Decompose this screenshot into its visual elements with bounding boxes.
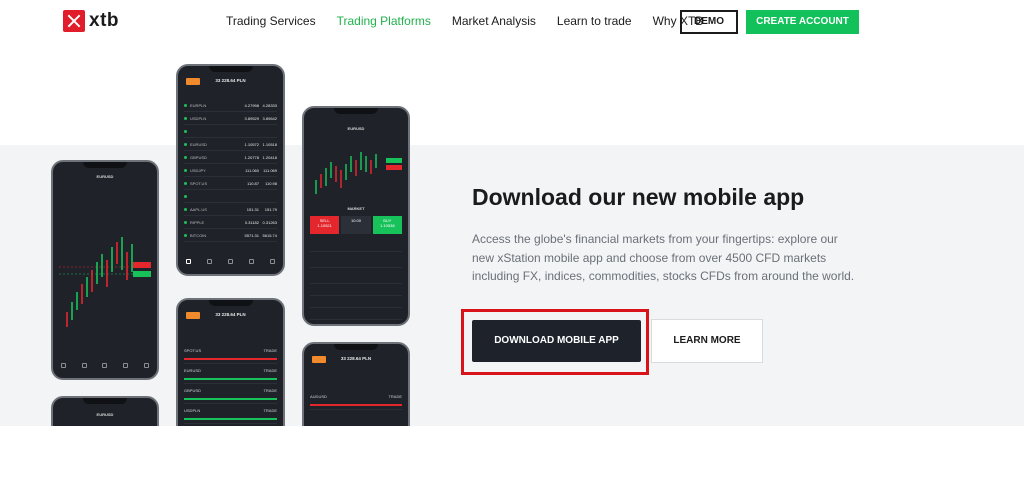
page: xtb Trading Services Trading Platforms M…	[0, 0, 1024, 500]
account-balance: 33 228.64 PLN	[215, 78, 246, 83]
market-row	[184, 126, 277, 138]
market-row	[184, 191, 277, 203]
nav-item-trading-platforms[interactable]: Trading Platforms	[337, 14, 431, 28]
learn-more-button[interactable]: LEARN MORE	[651, 319, 763, 363]
main-nav: Trading Services Trading Platforms Marke…	[226, 14, 724, 28]
phone-notch	[83, 162, 127, 168]
trade-buttons: SELL 1.10521 10.00 BUY 1.10538	[310, 216, 402, 234]
phone-account-bar: 33 228.64 PLN	[178, 310, 283, 326]
tab-icon	[270, 258, 275, 264]
phone-notch	[334, 344, 378, 350]
volume-field[interactable]: 10.00	[341, 216, 371, 234]
phone-toolbar	[53, 358, 157, 372]
toolbar-icon	[102, 362, 108, 368]
toolbar-icon	[123, 362, 129, 368]
nav-item-learn-to-trade[interactable]: Learn to trade	[557, 14, 632, 28]
market-row: SPOT.US 110.87 110.98	[184, 178, 277, 190]
market-row: RIPPLE 0.31182 0.31263	[184, 217, 277, 229]
depth-row	[310, 284, 402, 296]
phone-chart-left: EURUSD	[51, 160, 159, 380]
nav-item-trading-services[interactable]: Trading Services	[226, 14, 316, 28]
market-row: USDJPY 111.060 111.069	[184, 165, 277, 177]
phone-market-list: 33 228.64 PLN EURPLN 4.27998 4.28333 USDPL…	[176, 64, 285, 276]
position-row: EURUSD TRADE	[184, 368, 277, 384]
phone-notch	[334, 108, 378, 114]
page-bottom	[0, 426, 1024, 500]
highlight-frame	[461, 309, 649, 375]
ticket-row	[310, 240, 402, 252]
depth-row	[310, 296, 402, 308]
candlestick-chart	[59, 237, 151, 327]
toolbar-icon	[60, 362, 66, 368]
phone-notch	[208, 300, 253, 306]
create-account-button[interactable]: CREATE ACCOUNT	[746, 10, 859, 34]
sell-button[interactable]: SELL 1.10521	[310, 216, 340, 234]
position-row: USDPLN TRADE	[184, 408, 277, 424]
phone-chart-title: EURUSD	[96, 412, 114, 417]
position-row: SPOT.US TRADE	[184, 348, 277, 364]
site-header: xtb Trading Services Trading Platforms M…	[0, 0, 1024, 46]
hero-headline: Download our new mobile app	[472, 184, 805, 210]
phone-notch	[83, 398, 127, 404]
phone-positions: 33 228.64 PLN SPOT.US TRADE EURUSD TRADE G…	[176, 298, 285, 438]
account-balance: 33 228.64 PLN	[340, 356, 372, 361]
buy-button[interactable]: BUY 1.10538	[372, 216, 402, 234]
toolbar-icon	[81, 362, 87, 368]
toolbar-icon	[144, 362, 150, 368]
tab-icon	[207, 258, 212, 264]
market-row: EURUSD 1.10572 1.10518	[184, 139, 277, 151]
market-row: EURPLN 4.27998 4.28333	[184, 100, 277, 112]
market-row: GBPUSD 1.20778 1.20418	[184, 152, 277, 164]
logo-text: xtb	[89, 10, 119, 31]
xtb-x-logo-icon	[63, 10, 85, 32]
phone-tabbar	[178, 254, 283, 268]
market-row: AAPL.US 151.31 151.79	[184, 204, 277, 216]
ticket-row	[310, 256, 402, 268]
market-order-label: MARKET	[347, 206, 365, 211]
position-row: AUDUSD TRADE	[310, 394, 402, 410]
hero-description: Access the globe's financial markets fro…	[472, 232, 855, 283]
demo-button[interactable]: DEMO	[680, 10, 738, 34]
phone-chart-title: EURUSD	[96, 174, 114, 179]
account-balance: 33 228.64 PLN	[215, 312, 246, 317]
position-row: GBPUSD TRADE	[184, 388, 277, 404]
nav-item-market-analysis[interactable]: Market Analysis	[452, 14, 536, 28]
market-row: USDPLN 3.89529 3.89642	[184, 113, 277, 125]
mini-candlestick-chart	[315, 152, 402, 194]
phone-notch	[208, 66, 253, 72]
market-row: BITCOIN 5571.31 5615.74	[184, 230, 277, 242]
phone-trade-ticket: EURUSD MARKET SELL 1.10521 10.00 BUY 1.1…	[302, 106, 410, 326]
phone-account-bar: 33 228.64 PLN	[178, 76, 283, 92]
depth-row	[310, 308, 402, 320]
logo[interactable]: xtb	[63, 10, 119, 32]
depth-row	[310, 272, 402, 284]
phone-trade-title: EURUSD	[347, 126, 365, 131]
markets-tab-icon	[186, 258, 191, 264]
tab-icon	[249, 258, 254, 264]
phone-account-bar: 33 228.64 PLN	[304, 354, 408, 370]
tab-icon	[228, 258, 233, 264]
